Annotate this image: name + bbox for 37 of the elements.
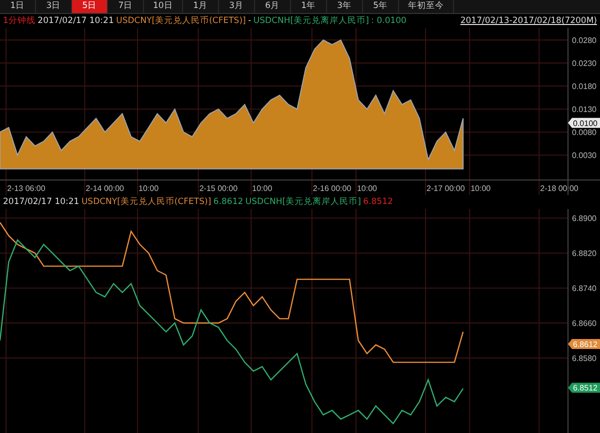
x-tick-label: 2-15 00:00 bbox=[199, 184, 238, 193]
legend-text: : 0.0100 bbox=[371, 15, 406, 28]
y-tick-label: 6.8820 bbox=[572, 249, 596, 258]
legend-text: 6.8512 bbox=[363, 196, 393, 209]
value-tag: 0.0100 bbox=[568, 118, 600, 128]
y-tick-label: 0.0130 bbox=[572, 105, 596, 114]
legend-text: 1分钟线 bbox=[3, 15, 36, 28]
legend-text: 2017/02/17 10:21 bbox=[38, 15, 114, 28]
legend-text: USDCNH[美元兑离岸人民币] bbox=[245, 196, 361, 209]
y-tick-label: 6.8900 bbox=[572, 214, 596, 224]
y-tick-label: 0.0030 bbox=[572, 151, 596, 160]
x-tick-label: 10:00 bbox=[252, 184, 272, 193]
y-tick-label: 0.0230 bbox=[572, 59, 596, 68]
value-tag: 6.8512 bbox=[568, 382, 600, 393]
y-tick-label: 6.8660 bbox=[572, 319, 596, 328]
x-tick-label: 2-16 00:00 bbox=[312, 184, 352, 193]
value-tag: 6.8612 bbox=[568, 339, 600, 349]
legend-text: USDCNY[美元兑人民币(CFETS)] bbox=[116, 14, 246, 28]
date-range-link[interactable]: 2017/02/13-2017/02/18(7200M) bbox=[460, 14, 597, 28]
x-tick-label: 2-14 00:00 bbox=[86, 184, 124, 193]
legend-text: USDCNH[美元兑离岸人民币] bbox=[253, 14, 369, 28]
legend-text: - bbox=[248, 15, 252, 28]
y-tick-label: 6.8740 bbox=[572, 284, 596, 294]
y-tick-label: 0.0080 bbox=[572, 128, 596, 138]
y-tick-label: 0.0180 bbox=[572, 82, 596, 92]
y-tick-label: 0.0280 bbox=[572, 36, 596, 45]
x-tick-label: 2-18 00:00 bbox=[540, 184, 578, 193]
x-tick-label: 10:00 bbox=[357, 184, 378, 193]
x-tick-label: 2-13 06:00 bbox=[7, 184, 46, 193]
x-tick-label: 10:00 bbox=[138, 184, 159, 193]
x-tick-label: 10:00 bbox=[470, 184, 491, 193]
period-tab[interactable]: 5日 bbox=[72, 0, 108, 13]
legend-text: USDCNY[美元兑人民币(CFETS)] bbox=[81, 196, 212, 209]
legend-text: 2017/02/17 10:21 bbox=[3, 196, 80, 209]
x-tick-label: 2-17 00:00 bbox=[426, 184, 465, 193]
y-tick-label: 6.8580 bbox=[572, 354, 596, 363]
legend-text: 6.8612 bbox=[213, 196, 244, 209]
